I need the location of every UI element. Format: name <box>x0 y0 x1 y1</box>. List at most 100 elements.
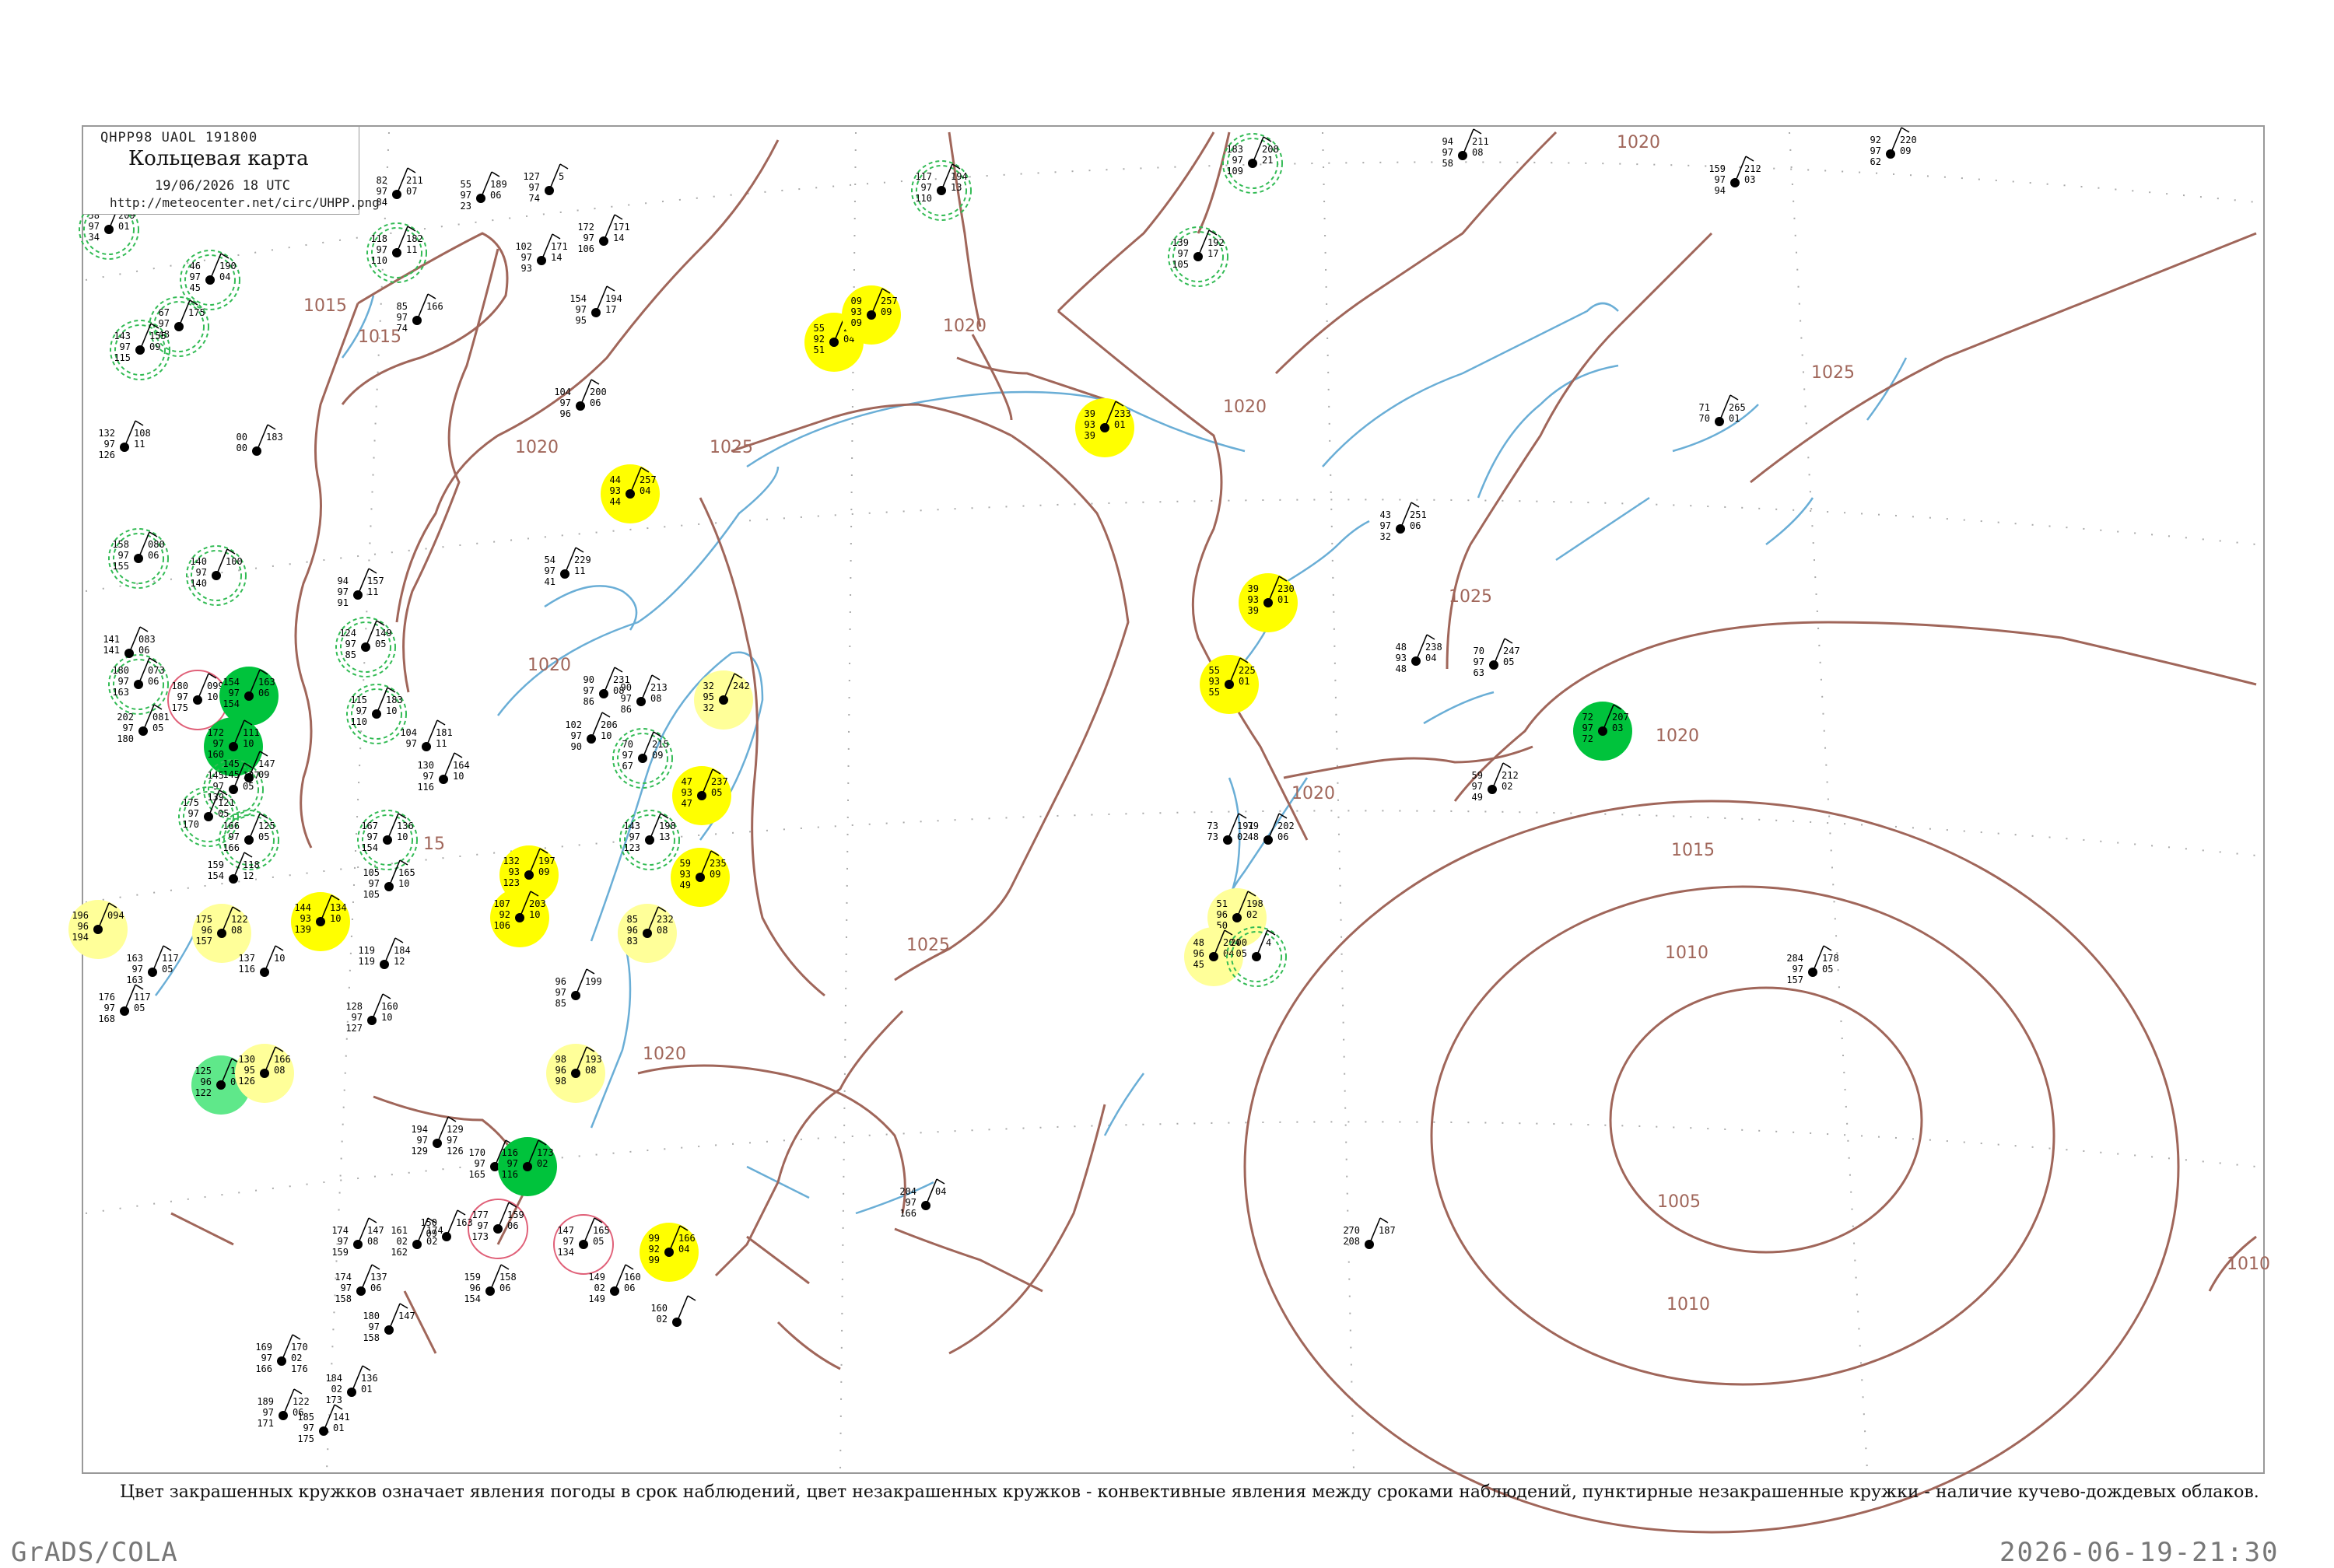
isobar-label: 1020 <box>643 1045 686 1064</box>
isobar-label: 1015 <box>1671 841 1715 860</box>
station-value: 96 <box>201 1076 212 1087</box>
station-value: 06 <box>148 676 159 687</box>
station-plot[interactable]: 479347 23705 <box>672 766 731 825</box>
station-value: 05 <box>375 639 386 649</box>
station-plot[interactable]: 11697116 17302 <box>498 1137 557 1196</box>
station-value: 01 <box>1114 419 1125 430</box>
station-plot[interactable]: 399339 23301 <box>1075 398 1134 457</box>
station-value: 04 <box>1425 653 1436 663</box>
station-value: 173 <box>537 1147 554 1158</box>
station-value: 162 <box>391 1247 408 1258</box>
station-value: 00 <box>237 443 247 453</box>
station-value: 149 <box>588 1293 605 1304</box>
station-value: 09 <box>1900 145 1911 156</box>
station-value: 92 <box>499 909 510 920</box>
station-value: 39 <box>1085 408 1095 419</box>
station-value: 02 <box>537 1158 548 1169</box>
station-value: 180 <box>112 665 129 676</box>
station-value: 70 <box>1474 646 1484 656</box>
station-plot[interactable]: 13095126 16608 <box>235 1044 294 1103</box>
station-value: 073 <box>148 665 165 676</box>
station-value: 06 <box>138 645 149 656</box>
station-value: 08 <box>274 1065 285 1076</box>
station-value: 163 <box>126 953 143 964</box>
station-value: 97 <box>190 271 201 282</box>
station-value: 46 <box>190 261 201 271</box>
station-value: 166 <box>223 821 240 831</box>
station-plot[interactable]: 729772 20703 <box>1573 702 1632 761</box>
station-value: 09 <box>149 341 160 352</box>
station-value: 108 <box>134 428 151 439</box>
station-value: 97 <box>475 1158 485 1169</box>
station-value: 63 <box>1474 667 1484 678</box>
station-value: 09 <box>258 769 269 780</box>
station-value: 10 <box>453 771 464 782</box>
station-value: 10 <box>243 738 254 749</box>
station-value: 94 <box>1442 136 1453 147</box>
station-plot[interactable]: 14493139 13410 <box>291 892 350 951</box>
station-plot[interactable]: 09930925709 <box>842 285 901 345</box>
station-value: 154 <box>361 842 378 853</box>
station-value: 154 <box>223 698 240 709</box>
station-value: 70 <box>1699 413 1710 424</box>
station-value: 173 <box>325 1395 342 1405</box>
station-value: 126 <box>238 1076 255 1087</box>
station-value: 90 <box>621 682 632 693</box>
station-value: 99 <box>649 1255 660 1265</box>
station-plot[interactable]: 19696194 094 <box>68 900 128 959</box>
station-value: 106 <box>493 920 510 931</box>
station-value: 158 <box>335 1293 352 1304</box>
station-value: 32 <box>703 702 714 713</box>
station-plot[interactable]: 559355 22501 <box>1200 655 1259 714</box>
station-value: 115 <box>114 352 131 363</box>
station-value: 175 <box>171 702 188 713</box>
station-value: 49 <box>680 880 691 891</box>
station-value: 208 <box>1343 1236 1360 1247</box>
station-value: 159 <box>507 1209 524 1220</box>
station-value: 95 <box>703 691 714 702</box>
station-value: 170 <box>291 1342 308 1353</box>
station-value: 97 <box>196 567 207 578</box>
station-value: 39 <box>1248 583 1259 594</box>
station-value: 213 <box>650 682 668 693</box>
station-value: 128 <box>345 1001 363 1012</box>
source-url[interactable]: http://meteocenter.net/circ/UHPP.png <box>110 195 380 210</box>
station-plot[interactable]: 999299 16604 <box>640 1223 699 1282</box>
station-plot[interactable]: 399339 23001 <box>1239 573 1298 632</box>
station-value: 55 <box>461 179 471 190</box>
station-value: 97 <box>1178 248 1189 259</box>
station-plot[interactable]: 329532 242 <box>694 670 753 730</box>
station-value: 97 <box>345 639 356 649</box>
station-value: 72 <box>1582 712 1593 723</box>
station-value: 96 <box>78 921 89 932</box>
station-value: 106 <box>577 243 594 254</box>
station-plot[interactable]: 599349 23509 <box>671 848 730 907</box>
station-value: 180 <box>171 681 188 691</box>
station-value: 01 <box>1277 594 1288 605</box>
station-value: 97 <box>629 831 640 842</box>
weather-map[interactable]: 1015 1015 1020 1025 1020 1020 1020 1025 … <box>0 0 2334 1556</box>
station-plot[interactable]: 449344 25704 <box>601 464 660 523</box>
station-value: 083 <box>138 634 156 645</box>
station-plot[interactable]: 989698 19308 <box>546 1044 605 1103</box>
station-value: 97 <box>104 439 115 450</box>
station-value: 85 <box>627 914 638 925</box>
station-value: 105 <box>363 867 380 878</box>
station-value: 172 <box>577 222 594 233</box>
station-value: 230 <box>1277 583 1295 594</box>
station-value: 51 <box>1217 898 1228 909</box>
station-plot[interactable]: 859683 23208 <box>618 904 677 963</box>
station-value: 94 <box>338 576 349 586</box>
station-value: 171 <box>551 241 568 252</box>
station-value: 183 <box>386 695 403 705</box>
station-value: 02 <box>291 1353 302 1363</box>
station-value: 93 <box>521 263 532 274</box>
station-value: 97 <box>423 771 434 782</box>
station-value: 202 <box>117 712 134 723</box>
station-plot[interactable]: 15497154 16306 <box>219 667 279 726</box>
station-value: 09 <box>652 750 663 761</box>
station-value: 85 <box>397 301 408 312</box>
station-value: 03 <box>1744 174 1755 185</box>
station-plot[interactable]: 10792106 20310 <box>490 888 549 947</box>
station-value: 97 <box>584 685 594 696</box>
